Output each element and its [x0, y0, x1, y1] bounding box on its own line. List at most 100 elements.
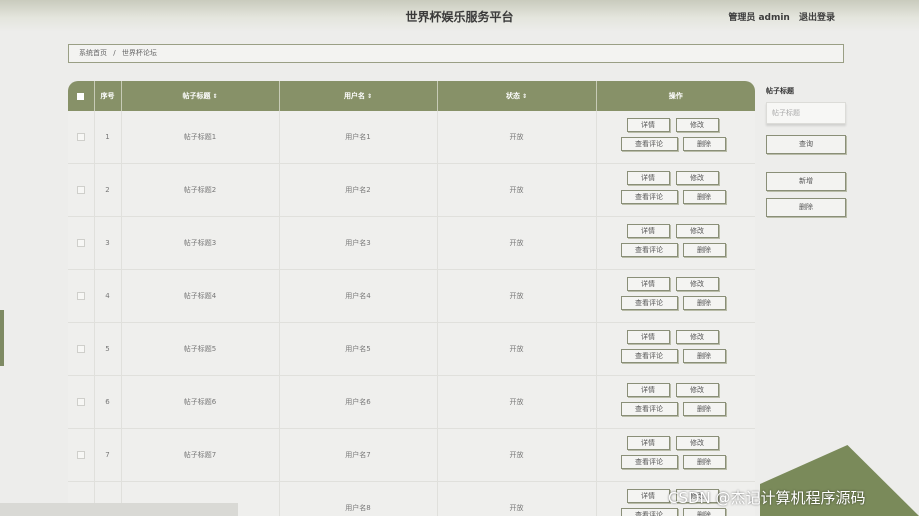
row-title: 帖子标题5: [121, 322, 280, 376]
breadcrumb-home[interactable]: 系统首页: [79, 49, 107, 57]
table-header-row: 序号 帖子标题 ⇕ 用户名 ⇕ 状态 ⇕ 操作: [68, 81, 755, 111]
delete-button[interactable]: 删除: [682, 190, 726, 204]
sort-icon[interactable]: ⇕: [522, 93, 527, 100]
row-actions: 详情 修改 查看评论 删除: [596, 322, 755, 376]
row-user: 用户名6: [279, 375, 438, 429]
row-status: 开放: [437, 216, 597, 270]
row-select-cell: [68, 269, 95, 323]
delete-button[interactable]: 删除: [682, 349, 726, 363]
detail-button[interactable]: 详情: [626, 277, 670, 291]
row-title: 帖子标题6: [121, 375, 280, 429]
row-actions: 详情 修改 查看评论 删除: [596, 269, 755, 323]
view-comments-button[interactable]: 查看评论: [620, 455, 678, 469]
row-status: 开放: [437, 322, 597, 376]
col-header-no: 序号: [94, 81, 122, 111]
col-header-actions: 操作: [668, 92, 683, 100]
view-comments-button[interactable]: 查看评论: [620, 349, 678, 363]
search-input[interactable]: 帖子标题: [766, 102, 846, 124]
row-no: 6: [94, 375, 122, 429]
forum-table: 序号 帖子标题 ⇕ 用户名 ⇕ 状态 ⇕ 操作 1 帖子标题1 用户名1 开放 详情 …: [68, 81, 755, 516]
row-select-cell: [68, 216, 95, 270]
row-select-cell: [68, 375, 95, 429]
view-comments-button[interactable]: 查看评论: [620, 190, 678, 204]
col-header-status[interactable]: 状态 ⇕: [437, 81, 597, 111]
view-comments-button[interactable]: 查看评论: [620, 296, 678, 310]
detail-button[interactable]: 详情: [626, 118, 670, 132]
row-checkbox[interactable]: [76, 186, 85, 194]
delete-button[interactable]: 删除: [682, 296, 726, 310]
row-actions: 详情 修改 查看评论 删除: [596, 375, 755, 429]
edit-button[interactable]: 修改: [675, 277, 719, 291]
edit-button[interactable]: 修改: [675, 224, 719, 238]
table-row: 5 帖子标题5 用户名5 开放 详情 修改 查看评论 删除: [68, 322, 755, 376]
row-select-cell: [68, 163, 95, 217]
edit-button[interactable]: 修改: [675, 330, 719, 344]
table-row: 4 帖子标题4 用户名4 开放 详情 修改 查看评论 删除: [68, 269, 755, 323]
row-status: 开放: [437, 111, 597, 164]
col-header-title[interactable]: 帖子标题 ⇕: [121, 81, 280, 111]
row-user: 用户名1: [279, 111, 438, 164]
row-status: 开放: [437, 428, 597, 482]
row-user: 用户名4: [279, 269, 438, 323]
row-user: 用户名2: [279, 163, 438, 217]
table-row: 6 帖子标题6 用户名6 开放 详情 修改 查看评论 删除: [68, 375, 755, 429]
col-header-user[interactable]: 用户名 ⇕: [279, 81, 438, 111]
edit-button[interactable]: 修改: [675, 171, 719, 185]
row-checkbox[interactable]: [76, 133, 85, 141]
search-label: 帖子标题: [766, 87, 794, 95]
view-comments-button[interactable]: 查看评论: [620, 243, 678, 257]
add-button[interactable]: 新增: [766, 172, 846, 191]
row-user: 用户名5: [279, 322, 438, 376]
row-select-cell: [68, 322, 95, 376]
watermark: CSDN @杰记计算机程序源码: [668, 489, 866, 507]
breadcrumb-current: 世界杯论坛: [121, 49, 157, 57]
row-title: 帖子标题2: [121, 163, 280, 217]
row-no: 1: [94, 111, 122, 164]
detail-button[interactable]: 详情: [626, 489, 670, 503]
view-comments-button[interactable]: 查看评论: [620, 508, 678, 516]
row-checkbox[interactable]: [76, 345, 85, 353]
detail-button[interactable]: 详情: [626, 330, 670, 344]
row-no: 3: [94, 216, 122, 270]
row-select-cell: [68, 111, 95, 164]
edit-button[interactable]: 修改: [675, 383, 719, 397]
delete-button[interactable]: 删除: [682, 137, 726, 151]
edit-button[interactable]: 修改: [675, 118, 719, 132]
detail-button[interactable]: 详情: [626, 383, 670, 397]
row-checkbox[interactable]: [76, 292, 85, 300]
row-checkbox[interactable]: [76, 239, 85, 247]
view-comments-button[interactable]: 查看评论: [620, 402, 678, 416]
row-checkbox[interactable]: [76, 398, 85, 406]
row-no: 4: [94, 269, 122, 323]
logout-link[interactable]: 退出登录: [799, 13, 835, 23]
view-comments-button[interactable]: 查看评论: [620, 137, 678, 151]
row-actions: 详情 修改 查看评论 删除: [596, 163, 755, 217]
detail-button[interactable]: 详情: [626, 224, 670, 238]
edit-button[interactable]: 修改: [675, 436, 719, 450]
row-select-cell: [68, 428, 95, 482]
select-all-checkbox[interactable]: [77, 92, 85, 100]
row-status: 开放: [437, 269, 597, 323]
query-button[interactable]: 查询: [766, 135, 846, 154]
row-no: 7: [94, 428, 122, 482]
breadcrumb-separator: /: [113, 49, 116, 57]
detail-button[interactable]: 详情: [626, 171, 670, 185]
user-name: 管理员 admin: [728, 13, 790, 23]
delete-button[interactable]: 删除: [682, 243, 726, 257]
row-title: 帖子标题4: [121, 269, 280, 323]
row-status: 开放: [437, 481, 597, 516]
delete-button[interactable]: 删除: [682, 402, 726, 416]
row-actions: 详情 修改 查看评论 删除: [596, 111, 755, 164]
delete-button[interactable]: 删除: [682, 508, 726, 516]
row-user: 用户名3: [279, 216, 438, 270]
user-area: 管理员 admin 退出登录: [728, 10, 835, 23]
sort-icon[interactable]: ⇕: [212, 93, 217, 100]
table-row: 7 帖子标题7 用户名7 开放 详情 修改 查看评论 删除: [68, 428, 755, 482]
breadcrumb: 系统首页 / 世界杯论坛: [68, 44, 844, 63]
detail-button[interactable]: 详情: [626, 436, 670, 450]
sort-icon[interactable]: ⇕: [367, 93, 372, 100]
batch-delete-button[interactable]: 删除: [766, 198, 846, 217]
left-edge-tab: [0, 310, 4, 366]
row-checkbox[interactable]: [76, 451, 85, 459]
delete-button[interactable]: 删除: [682, 455, 726, 469]
